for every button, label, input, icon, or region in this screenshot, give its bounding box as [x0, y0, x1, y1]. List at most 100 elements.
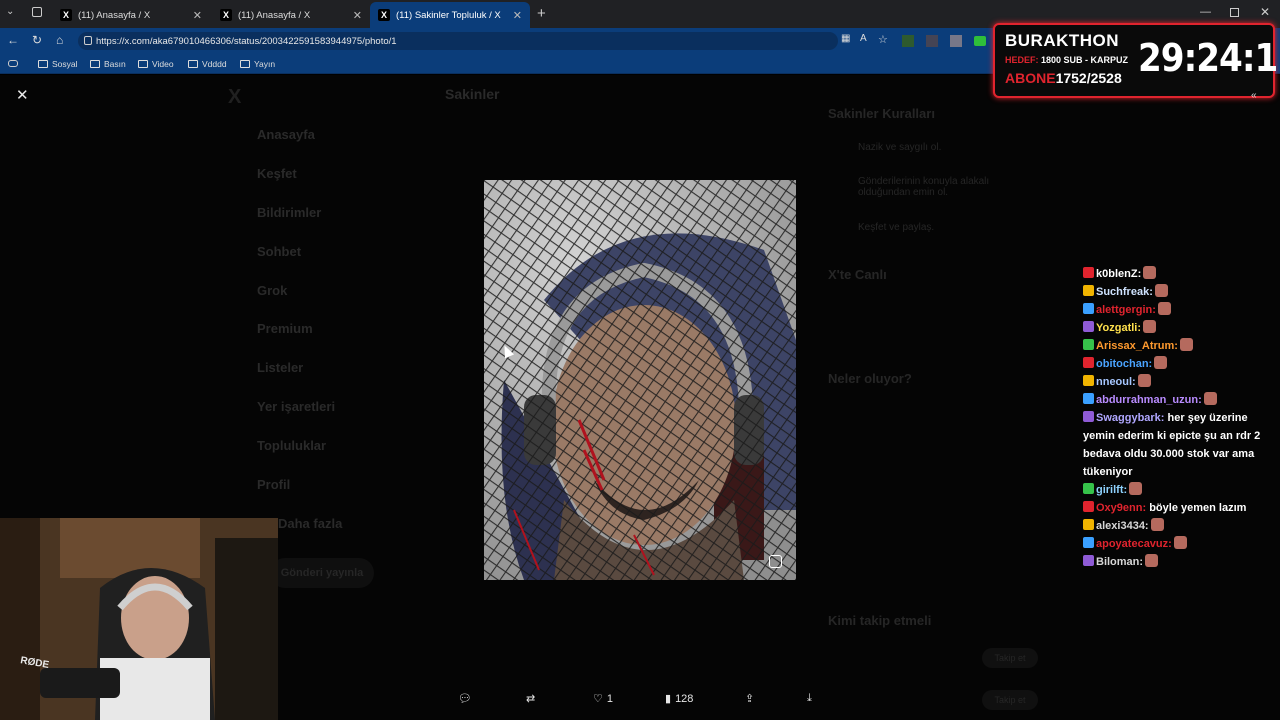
bookmark-yayin[interactable]: Yayın — [240, 56, 275, 72]
emote-icon — [1203, 392, 1217, 405]
badge-icon — [1083, 411, 1094, 422]
read-aloud-icon[interactable]: A — [860, 33, 867, 44]
bookmark-vdddd[interactable]: Vdddd — [188, 56, 227, 72]
nav-item[interactable]: Topluluklar — [257, 438, 326, 453]
close-tab-icon[interactable]: ✕ — [513, 9, 522, 22]
tab-anasayfa-1[interactable]: X (11) Anasayfa / X ✕ — [52, 2, 210, 28]
chat-message: obitochan: — [1083, 355, 1273, 373]
badge-icon — [1083, 537, 1094, 548]
tab-label: (11) Anasayfa / X — [238, 9, 311, 21]
home-icon[interactable]: ⌂ — [56, 33, 63, 47]
chat-username[interactable]: apoyatecavuz: — [1096, 538, 1172, 550]
post-button[interactable]: Gönderi yayınla — [270, 558, 374, 588]
badge-icon — [1083, 375, 1094, 386]
live-title: X'te Canlı — [828, 267, 887, 282]
badge-icon — [1083, 357, 1094, 368]
emote-icon — [1129, 482, 1143, 495]
new-tab-icon[interactable]: + — [537, 5, 546, 22]
workspaces-icon[interactable] — [32, 7, 42, 17]
back-arrow-icon[interactable]: ← — [7, 33, 19, 47]
site-info-icon[interactable] — [84, 36, 92, 45]
chat-username[interactable]: alexi3434: — [1096, 520, 1149, 532]
overlay-name: BURAKTHON — [1005, 31, 1120, 50]
extension-icon[interactable] — [926, 35, 938, 47]
views-button[interactable]: ▮ 128 — [665, 692, 694, 706]
nav-item[interactable]: Yer işaretleri — [257, 399, 335, 414]
chat-username[interactable]: girilft: — [1096, 484, 1127, 496]
chat-username[interactable]: nneoul: — [1096, 376, 1136, 388]
subs-label: ABONE — [1005, 70, 1056, 86]
favorite-star-icon[interactable]: ☆ — [878, 33, 888, 46]
extension-icon[interactable] — [974, 36, 986, 46]
chat-username[interactable]: Swaggybark: — [1096, 412, 1164, 424]
nav-item[interactable]: Daha fazla — [278, 516, 342, 531]
close-tab-icon[interactable]: ✕ — [353, 9, 362, 22]
chat-username[interactable]: Oxy9enn: — [1096, 502, 1146, 514]
chat-username[interactable]: Biloman: — [1096, 556, 1143, 568]
nav-item[interactable]: Bildirimler — [257, 205, 321, 220]
chat-username[interactable]: alettgergin: — [1096, 304, 1156, 316]
bookmark-sosyal[interactable]: Sosyal — [38, 56, 78, 72]
nav-item[interactable]: Listeler — [257, 360, 303, 375]
extension-icon[interactable] — [950, 35, 962, 47]
tab-label: (11) Sakinler Topluluk / X — [396, 9, 501, 21]
overlay-goal: HEDEF: 1800 SUB - KARPUZ — [1005, 55, 1128, 65]
badge-icon — [1083, 339, 1094, 350]
follow-button[interactable]: Takip et — [982, 648, 1038, 668]
x-logo-icon: X — [220, 9, 232, 21]
tab-sakinler-topluluk[interactable]: X (11) Sakinler Topluluk / X ✕ — [370, 2, 530, 28]
bookmark-label: Vdddd — [202, 59, 227, 69]
tab-list-chevron-icon[interactable]: ⌄ — [6, 6, 14, 17]
download-icon: ⤓ — [807, 692, 812, 704]
bookmark-basin[interactable]: Basın — [90, 56, 126, 72]
url-input[interactable]: https://x.com/aka679010466306/status/200… — [78, 32, 838, 50]
bookmark-label: Sosyal — [52, 59, 78, 69]
nav-item[interactable]: Anasayfa — [257, 127, 315, 142]
follow-button[interactable]: Takip et — [982, 690, 1038, 710]
like-button[interactable]: ♡ 1 — [593, 692, 613, 706]
trending-title: Neler oluyor? — [828, 371, 912, 386]
nav-item[interactable]: Sohbet — [257, 244, 301, 259]
close-photo-icon[interactable]: ✕ — [16, 86, 29, 104]
chat-message: k0blenZ: — [1083, 265, 1273, 283]
minimize-icon[interactable]: — — [1200, 6, 1211, 18]
collapse-icon[interactable]: « — [1251, 90, 1257, 101]
repost-icon: ⇄ — [526, 693, 536, 705]
tab-anasayfa-2[interactable]: X (11) Anasayfa / X ✕ — [212, 2, 370, 28]
rule-item: Gönderilerinin konuyla alakalı olduğunda… — [858, 176, 990, 198]
emote-icon — [1154, 356, 1168, 369]
reply-button[interactable]: 💬︎ — [458, 692, 472, 705]
chat-username[interactable]: obitochan: — [1096, 358, 1152, 370]
view-count: 128 — [675, 692, 694, 705]
badge-icon — [1083, 483, 1094, 494]
chat-username[interactable]: Yozgatli: — [1096, 322, 1141, 334]
close-window-icon[interactable]: ✕ — [1260, 5, 1270, 19]
repost-button[interactable]: ⇄ — [526, 692, 535, 705]
chat-username[interactable]: Suchfreak: — [1096, 286, 1153, 298]
apps-icon[interactable] — [8, 60, 18, 67]
chat-username[interactable]: Arissax_Atrum: — [1096, 340, 1178, 352]
x-logo-icon: X — [60, 9, 72, 21]
chat-message: girilft: — [1083, 481, 1273, 499]
url-text: https://x.com/aka679010466306/status/200… — [96, 35, 397, 47]
app-grid-icon[interactable]: ▦ — [841, 33, 850, 44]
nav-item[interactable]: Profil — [257, 477, 290, 492]
alt-text-icon[interactable] — [769, 555, 782, 568]
chat-message: Oxy9enn: böyle yemen lazım — [1083, 499, 1273, 517]
chat-username[interactable]: abdurrahman_uzun: — [1096, 394, 1202, 406]
maximize-icon[interactable] — [1230, 8, 1239, 17]
download-button[interactable]: ⤓ — [807, 692, 812, 705]
bookmark-video[interactable]: Video — [138, 56, 174, 72]
nav-item[interactable]: Premium — [257, 321, 313, 336]
extension-icon[interactable] — [902, 35, 914, 47]
share-button[interactable]: ⇪ — [745, 692, 754, 705]
nav-item[interactable]: Grok — [257, 283, 287, 298]
post-photo[interactable] — [484, 180, 796, 580]
nav-item[interactable]: Keşfet — [257, 166, 297, 181]
close-tab-icon[interactable]: ✕ — [193, 9, 202, 22]
emote-icon — [1150, 518, 1164, 531]
chat-username[interactable]: k0blenZ: — [1096, 268, 1141, 280]
emote-icon — [1154, 284, 1168, 297]
webcam-feed: RØDE — [0, 518, 278, 720]
refresh-icon[interactable]: ↻ — [32, 33, 42, 47]
